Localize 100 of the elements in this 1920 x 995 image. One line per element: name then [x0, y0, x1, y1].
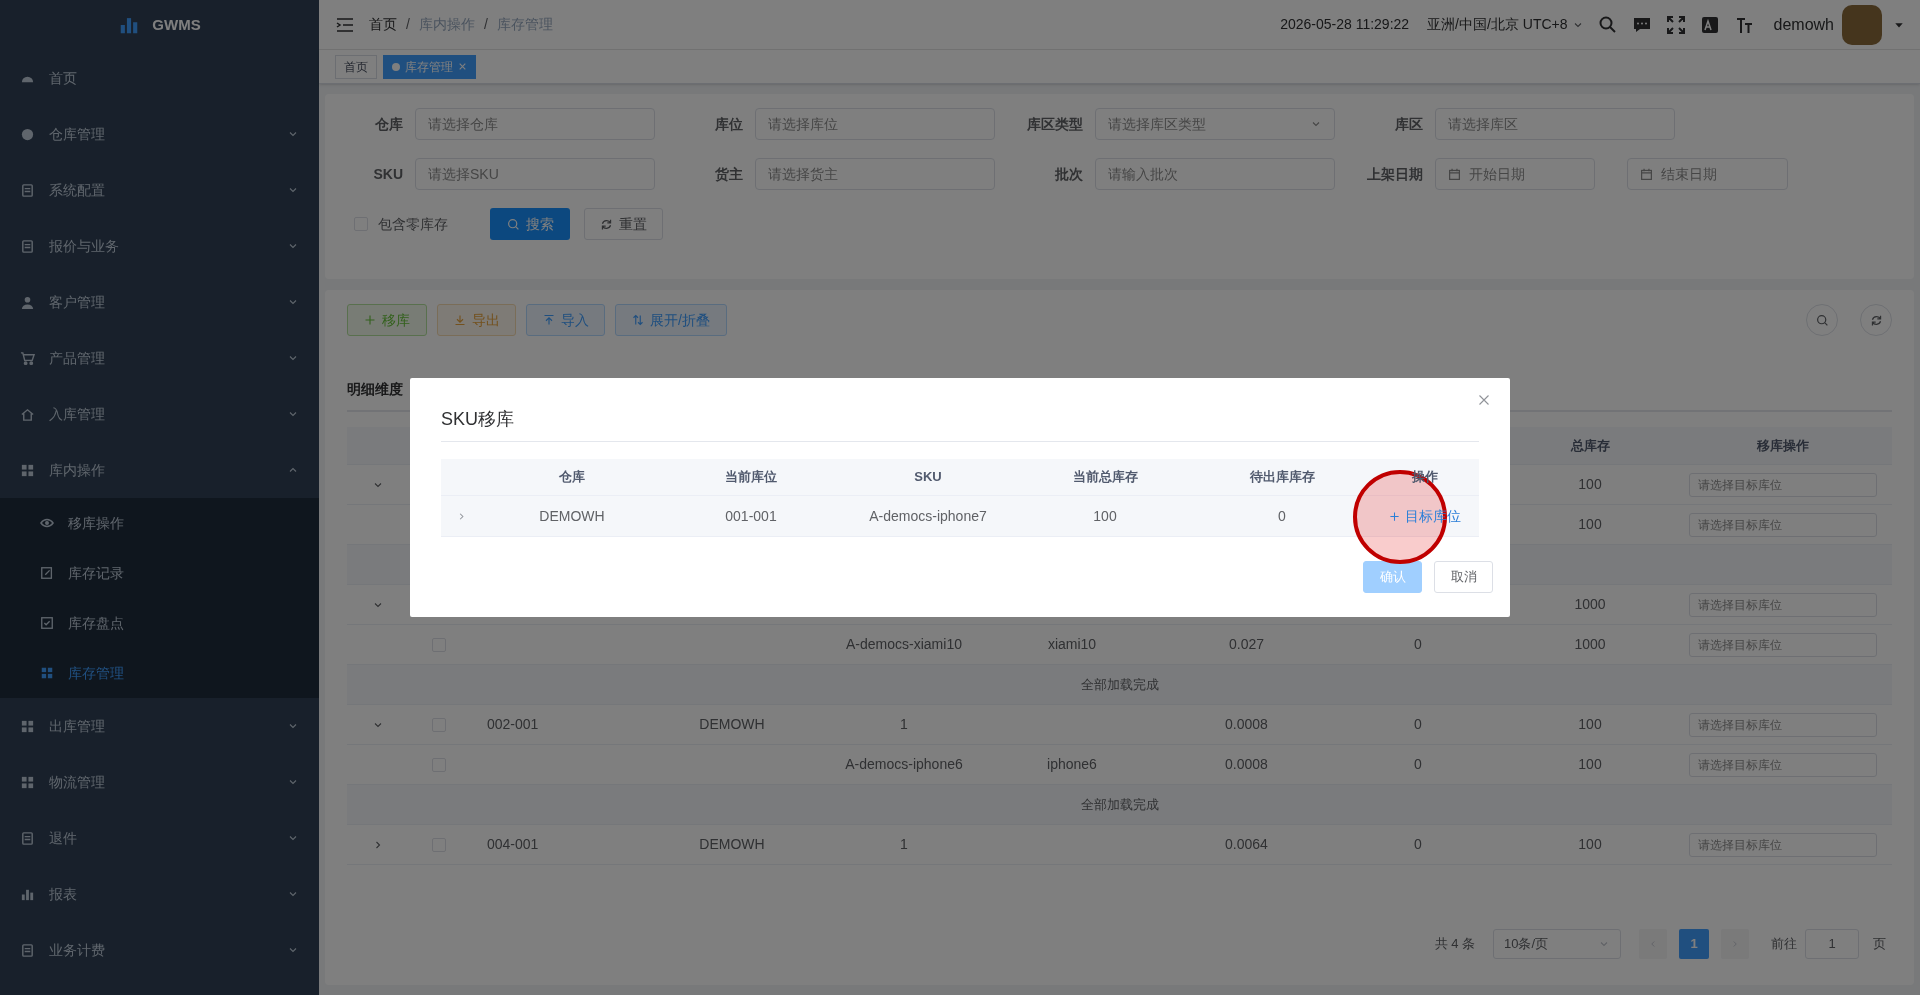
refresh-icon [600, 217, 613, 231]
tab[interactable]: 库存管理 [383, 54, 476, 79]
document-icon [20, 830, 35, 846]
sidebar-item[interactable]: 物流管理 [0, 754, 319, 810]
close-icon[interactable] [1478, 394, 1490, 406]
table-cell-text: 0.0064 [1225, 835, 1268, 854]
grid-icon [20, 774, 35, 790]
document-icon [20, 182, 35, 198]
field-label: 上架日期 [1366, 164, 1423, 184]
submenu-item[interactable]: 库存管理 [0, 648, 319, 698]
cancel-button[interactable]: 取消 [1434, 561, 1493, 593]
column-header: 仓库 [559, 468, 585, 487]
goto-label: 前往 [1771, 935, 1797, 954]
dialog-title: SKU移库 [441, 408, 514, 431]
table-cell-text: DEMOWH [699, 835, 765, 854]
checkbox-icon [40, 616, 54, 630]
grid-icon [40, 666, 54, 680]
reset-button[interactable]: 重置 [584, 208, 663, 240]
person-icon [20, 294, 35, 310]
page-number-field[interactable]: 1 [1805, 929, 1859, 959]
table-cell-text: 0 [1414, 635, 1422, 654]
user-name[interactable]: demowh [1773, 12, 1834, 37]
load-complete-text: 全部加载完成 [1080, 675, 1159, 694]
field-label: 库区 [1394, 114, 1423, 134]
plus-icon [364, 314, 376, 326]
checkbox[interactable]: 包含零库存 [354, 213, 448, 235]
breadcrumb-item[interactable]: 首页 [369, 14, 397, 35]
table-cell-text: 100 [1093, 506, 1117, 526]
table-cell-text: 0 [1414, 835, 1422, 854]
table-cell-text: 0.0008 [1225, 755, 1268, 774]
tab[interactable]: 首页 [335, 54, 377, 79]
table-cell-text: 100 [1578, 755, 1602, 774]
table-cell-text: 1 [900, 835, 908, 854]
column-header: 当前总库存 [1072, 468, 1138, 487]
table-cell-text: 100 [1578, 475, 1602, 494]
table-cell-text: 1000 [1574, 595, 1606, 614]
submenu-item[interactable]: 移库操作 [0, 498, 319, 548]
export-button[interactable]: 导出 [437, 304, 516, 336]
sidebar-item[interactable]: 库内操作 [0, 442, 319, 498]
sidebar-item[interactable]: 仓库管理 [0, 106, 319, 162]
table-cell-text: 001-001 [725, 506, 777, 526]
column-header: 当前库位 [725, 468, 777, 487]
column-header: 移库操作 [1755, 436, 1810, 455]
page-suffix: 页 [1873, 935, 1886, 954]
download-icon [453, 314, 466, 326]
page-size-select[interactable]: 10条/页 [1493, 929, 1621, 959]
column-header: 总库存 [1569, 436, 1611, 455]
move-button[interactable]: 移库 [347, 304, 427, 336]
search-icon[interactable] [1597, 14, 1618, 35]
document-icon [20, 942, 35, 958]
table-cell: 002-001 [487, 716, 539, 732]
house-icon [20, 406, 35, 422]
input-field[interactable]: 结束日期 [1627, 158, 1788, 190]
plus-icon [1389, 510, 1400, 522]
table-cell-text: 0.027 [1228, 635, 1264, 654]
document-icon [20, 238, 35, 254]
grid-icon [20, 462, 35, 478]
load-complete-text: 全部加载完成 [1080, 795, 1159, 814]
breadcrumb-separator: / [406, 15, 410, 34]
sort-arrows-icon [632, 314, 645, 326]
fullscreen-icon[interactable] [1665, 14, 1686, 35]
import-button[interactable]: 导入 [526, 304, 605, 336]
table-cell-text: 1 [900, 715, 908, 734]
column-header: 待出库库存 [1249, 468, 1315, 487]
avatar[interactable] [1842, 4, 1882, 45]
field-label: 货主 [714, 164, 743, 184]
sidebar-item[interactable]: 入库管理 [0, 386, 319, 442]
search-button[interactable]: 搜索 [490, 208, 570, 240]
eye-icon [40, 516, 54, 530]
expand-collapse-button[interactable]: 展开/折叠 [615, 304, 727, 336]
grid-icon [20, 718, 35, 734]
sidebar-item[interactable]: 系统配置 [0, 162, 319, 218]
sidebar-item[interactable]: 首页 [0, 50, 319, 106]
search-icon [506, 217, 520, 231]
table-cell-text: 0 [1414, 755, 1422, 774]
submenu-item[interactable]: 库存盘点 [0, 598, 319, 648]
table-cell-text: A-democs-xiami10 [846, 635, 962, 654]
sidebar-item[interactable]: 客户管理 [0, 274, 319, 330]
sidebar-item[interactable]: 报价与业务 [0, 218, 319, 274]
timezone-selector[interactable]: 亚洲/中国/北京 UTC+8 [1427, 14, 1584, 35]
breadcrumb-separator: / [483, 15, 488, 34]
app-logo: GWMS [152, 14, 201, 35]
field-label: 库位 [714, 114, 743, 134]
search-icon [1815, 313, 1829, 327]
date-time: 2026-05-28 11:29:22 [1280, 15, 1410, 34]
sidebar-item[interactable]: 报表 [0, 866, 319, 922]
translate-icon[interactable] [1699, 14, 1720, 35]
table-cell-text: DEMOWH [699, 715, 765, 734]
sidebar-item[interactable]: 业务计费 [0, 922, 319, 978]
sidebar-item[interactable]: 出库管理 [0, 698, 319, 754]
tab[interactable]: 明细维度 [347, 379, 403, 410]
close-icon [458, 62, 467, 71]
sidebar-item[interactable]: 产品管理 [0, 330, 319, 386]
page-button[interactable]: 1 [1679, 929, 1709, 959]
submenu-item[interactable]: 库存记录 [0, 548, 319, 598]
sidebar-item[interactable]: 退件 [0, 810, 319, 866]
field-label: 仓库 [374, 114, 403, 134]
edit-icon [40, 566, 54, 580]
table-cell-text: A-democs-iphone6 [845, 755, 963, 774]
table-cell-text: xiami10 [1047, 635, 1097, 654]
